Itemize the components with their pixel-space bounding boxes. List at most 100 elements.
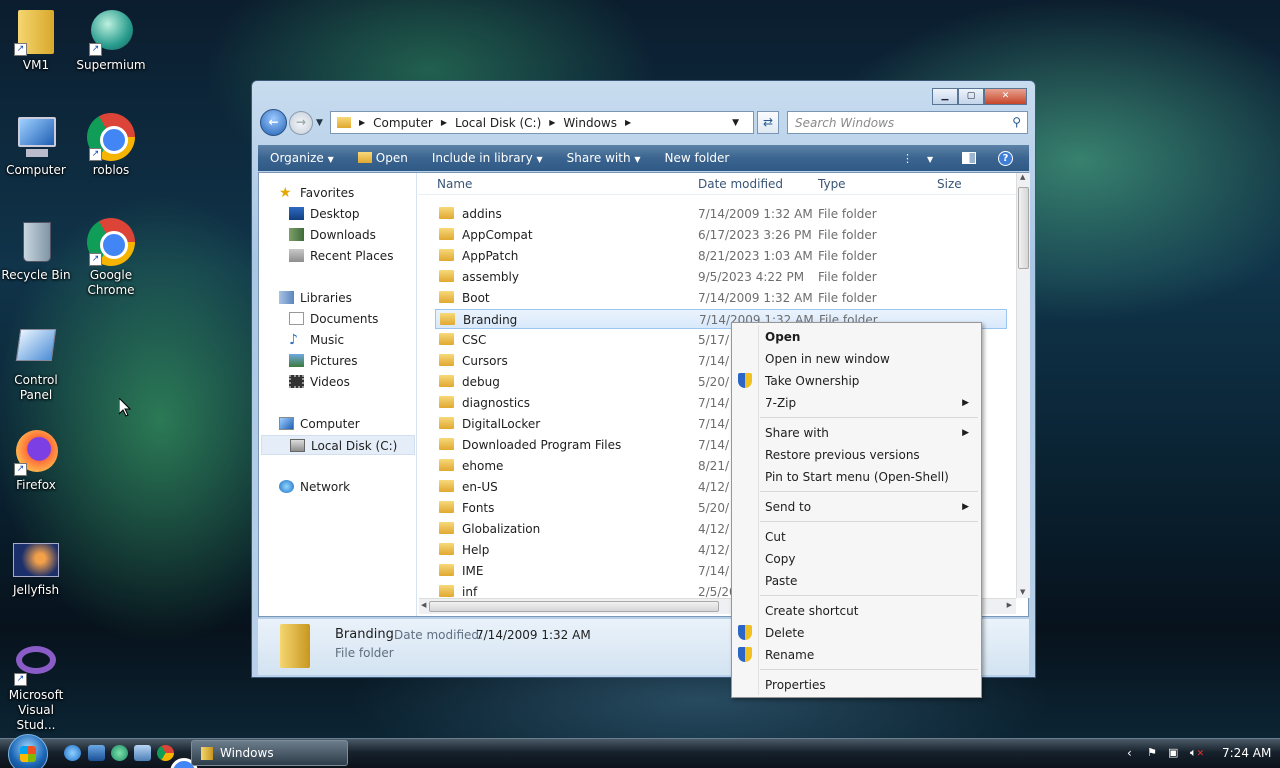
close-button[interactable]: ✕ bbox=[984, 88, 1027, 105]
desktop-icon-control-panel[interactable]: Control Panel bbox=[0, 323, 72, 403]
column-header-date-modified[interactable]: Date modified bbox=[698, 177, 783, 191]
vertical-scroll-thumb[interactable] bbox=[1018, 187, 1029, 269]
include-in-library-button[interactable]: Include in library ▼ bbox=[432, 151, 543, 165]
file-type: File folder bbox=[818, 270, 877, 284]
address-dropdown-icon[interactable]: ▼ bbox=[732, 118, 739, 128]
column-header-name[interactable]: Name bbox=[437, 177, 472, 191]
help-button[interactable]: ? bbox=[998, 150, 1013, 166]
chrome-icon: ↗ bbox=[87, 113, 135, 161]
nav-pictures[interactable]: Pictures bbox=[289, 351, 358, 371]
recent-pages-dropdown[interactable]: ▼ bbox=[316, 118, 323, 128]
column-header-size[interactable]: Size bbox=[937, 177, 962, 191]
scroll-right-icon[interactable]: ▶ bbox=[1007, 601, 1012, 609]
breadcrumb-windows[interactable]: Windows bbox=[563, 116, 617, 130]
recent-places-icon bbox=[289, 249, 304, 262]
submenu-arrow-icon: ▶ bbox=[962, 398, 969, 408]
nav-label: Libraries bbox=[300, 291, 352, 305]
menu-item-copy[interactable]: Copy bbox=[765, 549, 979, 569]
menu-item-open[interactable]: Open bbox=[765, 327, 979, 347]
desktop-icon-roblos[interactable]: ↗ roblos bbox=[75, 113, 147, 178]
nav-videos[interactable]: Videos bbox=[289, 372, 350, 392]
menu-item-paste[interactable]: Paste bbox=[765, 571, 979, 591]
forward-button[interactable]: → bbox=[289, 111, 313, 135]
menu-item-delete[interactable]: Delete bbox=[765, 623, 979, 643]
menu-item-7zip[interactable]: 7-Zip ▶ bbox=[765, 393, 979, 413]
horizontal-scroll-thumb[interactable] bbox=[429, 601, 719, 612]
downloads-icon bbox=[289, 228, 304, 241]
scroll-up-icon[interactable]: ▲ bbox=[1020, 173, 1025, 181]
nav-desktop[interactable]: Desktop bbox=[289, 204, 360, 224]
nav-libraries[interactable]: Libraries bbox=[279, 288, 352, 308]
menu-item-restore-previous-versions[interactable]: Restore previous versions bbox=[765, 445, 979, 465]
desktop-icon-vm1[interactable]: ↗ VM1 bbox=[0, 8, 72, 73]
tray-expand-icon[interactable]: ‹ bbox=[1127, 746, 1132, 760]
menu-item-properties[interactable]: Properties bbox=[765, 675, 979, 695]
nav-label: Network bbox=[300, 480, 351, 494]
menu-item-take-ownership[interactable]: Take Ownership bbox=[765, 371, 979, 391]
address-bar[interactable]: ▶ Computer ▶ Local Disk (C:) ▶ Windows ▶… bbox=[330, 111, 754, 134]
menu-item-share-with[interactable]: Share with ▶ bbox=[765, 423, 979, 443]
menu-item-cut[interactable]: Cut bbox=[765, 527, 979, 547]
nav-documents[interactable]: Documents bbox=[289, 309, 378, 329]
menu-item-create-shortcut[interactable]: Create shortcut bbox=[765, 601, 979, 621]
change-view-button[interactable]: ⋮ ▼ bbox=[902, 152, 933, 165]
taskbar-item-windows-explorer[interactable]: Windows bbox=[191, 740, 348, 766]
column-header-row: Name ^ Date modified Type Size bbox=[419, 173, 1016, 195]
file-row[interactable]: AppCompat 6/17/2023 3:26 PM File folder bbox=[435, 225, 1007, 245]
desktop-icon-google-chrome[interactable]: ↗ Google Chrome bbox=[75, 218, 147, 298]
nav-local-disk[interactable]: Local Disk (C:) bbox=[261, 435, 415, 455]
menu-item-send-to[interactable]: Send to ▶ bbox=[765, 497, 979, 517]
nav-recent-places[interactable]: Recent Places bbox=[289, 246, 393, 266]
organize-button[interactable]: Organize ▼ bbox=[270, 151, 334, 165]
file-row[interactable]: Boot 7/14/2009 1:32 AM File folder bbox=[435, 288, 1007, 308]
quicklaunch-messenger-icon[interactable] bbox=[111, 745, 128, 761]
column-header-type[interactable]: Type bbox=[818, 177, 846, 191]
file-row[interactable]: assembly 9/5/2023 4:22 PM File folder bbox=[435, 267, 1007, 287]
volume-muted-icon[interactable]: 🔈︎✕ bbox=[1190, 746, 1204, 760]
nav-favorites[interactable]: ★ Favorites bbox=[279, 183, 354, 203]
new-folder-button[interactable]: New folder bbox=[665, 151, 730, 165]
nav-music[interactable]: ♪ Music bbox=[289, 330, 344, 350]
network-status-icon[interactable]: ▣ bbox=[1168, 746, 1178, 759]
navigation-pane: ★ Favorites Desktop Downloads Recent Plac… bbox=[259, 173, 417, 616]
open-button[interactable]: Open bbox=[357, 151, 408, 165]
nav-downloads[interactable]: Downloads bbox=[289, 225, 376, 245]
breadcrumb-local-disk[interactable]: Local Disk (C:) bbox=[455, 116, 541, 130]
search-input[interactable]: Search Windows ⚲ bbox=[787, 111, 1028, 134]
desktop-icon-supermium[interactable]: ↗ Supermium bbox=[75, 8, 147, 73]
file-date-modified: 8/21/2023 1:03 AM bbox=[698, 249, 813, 263]
menu-item-rename[interactable]: Rename bbox=[765, 645, 979, 665]
file-row[interactable]: AppPatch 8/21/2023 1:03 AM File folder bbox=[435, 246, 1007, 266]
nav-network[interactable]: Network bbox=[279, 477, 350, 497]
minimize-button[interactable]: ▁ bbox=[932, 88, 958, 105]
desktop-icon-computer[interactable]: Computer bbox=[0, 113, 72, 178]
desktop-icon-jellyfish[interactable]: Jellyfish bbox=[0, 533, 72, 598]
quicklaunch-chrome-icon[interactable] bbox=[157, 745, 198, 768]
vertical-scrollbar[interactable]: ▲ ▼ bbox=[1016, 173, 1030, 598]
clock[interactable]: 7:24 AM bbox=[1222, 746, 1271, 760]
action-center-flag-icon[interactable]: ⚑ bbox=[1147, 746, 1157, 759]
file-row[interactable]: addins 7/14/2009 1:32 AM File folder bbox=[435, 204, 1007, 224]
desktop-icon-recycle-bin[interactable]: Recycle Bin bbox=[0, 218, 72, 283]
start-button[interactable] bbox=[8, 734, 48, 768]
desktop-icon-firefox[interactable]: ↗ Firefox bbox=[0, 428, 72, 493]
preview-pane-button[interactable] bbox=[962, 152, 976, 164]
breadcrumb-computer[interactable]: Computer bbox=[373, 116, 433, 130]
quicklaunch-explorer-icon[interactable] bbox=[134, 745, 151, 761]
menu-item-pin-to-start[interactable]: Pin to Start menu (Open-Shell) bbox=[765, 467, 979, 487]
file-name: Boot bbox=[462, 291, 490, 305]
share-with-button[interactable]: Share with ▼ bbox=[567, 151, 641, 165]
refresh-button[interactable]: ⇄ bbox=[757, 111, 779, 134]
menu-item-open-in-new-window[interactable]: Open in new window bbox=[765, 349, 979, 369]
refresh-icon: ⇄ bbox=[762, 115, 774, 129]
quicklaunch-desktop-icon[interactable] bbox=[88, 745, 105, 761]
folder-icon bbox=[439, 207, 454, 219]
scroll-left-icon[interactable]: ◀ bbox=[421, 601, 426, 609]
quicklaunch-ie-icon[interactable] bbox=[64, 745, 81, 761]
back-button[interactable]: ← bbox=[260, 109, 287, 136]
file-date-modified: 7/14/ bbox=[698, 354, 729, 368]
scroll-down-icon[interactable]: ▼ bbox=[1020, 588, 1025, 596]
maximize-button[interactable]: ▢ bbox=[958, 88, 984, 105]
nav-computer[interactable]: Computer bbox=[279, 414, 360, 434]
desktop-icon-visual-studio[interactable]: ↗ Microsoft Visual Stud... bbox=[0, 638, 72, 733]
